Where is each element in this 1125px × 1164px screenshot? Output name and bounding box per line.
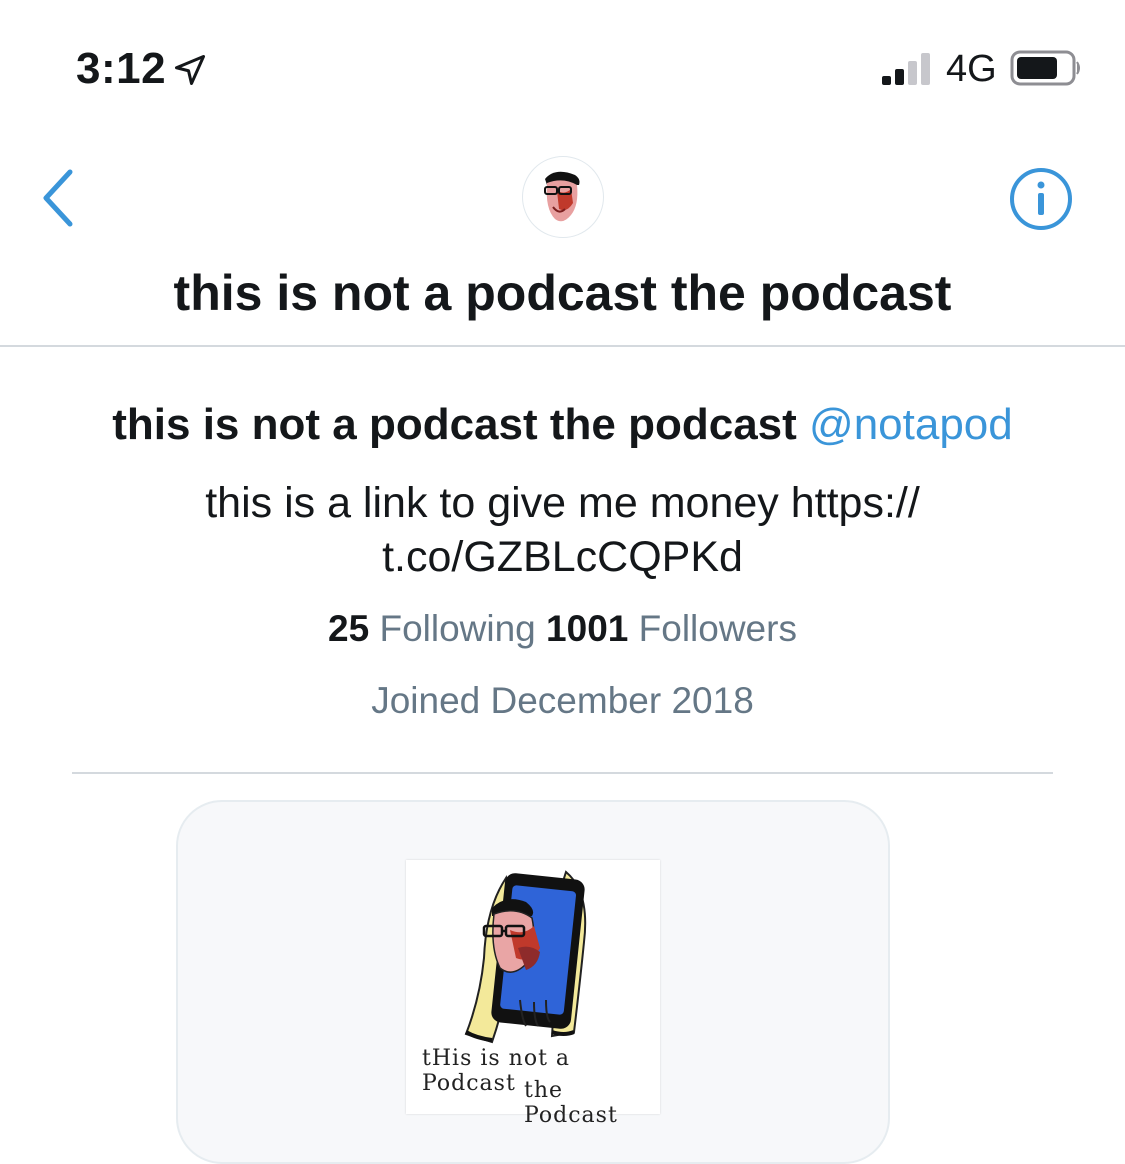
- avatar-illustration-icon: [544, 171, 580, 222]
- profile-divider: [72, 772, 1053, 774]
- profile-stats: 25 Following 1001 Followers: [0, 608, 1125, 650]
- followers-label: Followers: [638, 608, 797, 649]
- page-title: this is not a podcast the podcast: [173, 265, 952, 321]
- following-stat[interactable]: 25 Following: [328, 608, 536, 649]
- profile-name-line: this is not a podcast the podcast @notap…: [0, 400, 1125, 450]
- battery-icon: [1010, 50, 1080, 86]
- joined-date: Joined December 2018: [371, 680, 754, 721]
- following-count: 25: [328, 608, 370, 649]
- info-icon[interactable]: [1008, 166, 1074, 232]
- profile-handle-link[interactable]: @notapod: [809, 400, 1013, 449]
- profile-bio: this is a link to give me money https://…: [205, 479, 920, 581]
- following-label: Following: [379, 608, 536, 649]
- signal-bars-icon: [882, 53, 930, 85]
- podcast-art-subtitle: the Podcast: [524, 1078, 618, 1128]
- podcast-artwork: tHis is not a Podcast the Podcast: [406, 860, 660, 1128]
- avatar[interactable]: [522, 156, 604, 238]
- profile-name: this is not a podcast the podcast: [112, 400, 797, 449]
- followers-stat[interactable]: 1001 Followers: [546, 608, 797, 649]
- header-divider: [0, 345, 1125, 347]
- status-time: 3:12: [76, 44, 167, 93]
- location-arrow-icon: [175, 55, 205, 85]
- status-bar: 3:12 4G: [0, 0, 1125, 120]
- media-card[interactable]: tHis is not a Podcast the Podcast: [176, 800, 890, 1164]
- network-type: 4G: [946, 48, 997, 90]
- followers-count: 1001: [546, 608, 629, 649]
- back-chevron-icon[interactable]: [36, 166, 84, 230]
